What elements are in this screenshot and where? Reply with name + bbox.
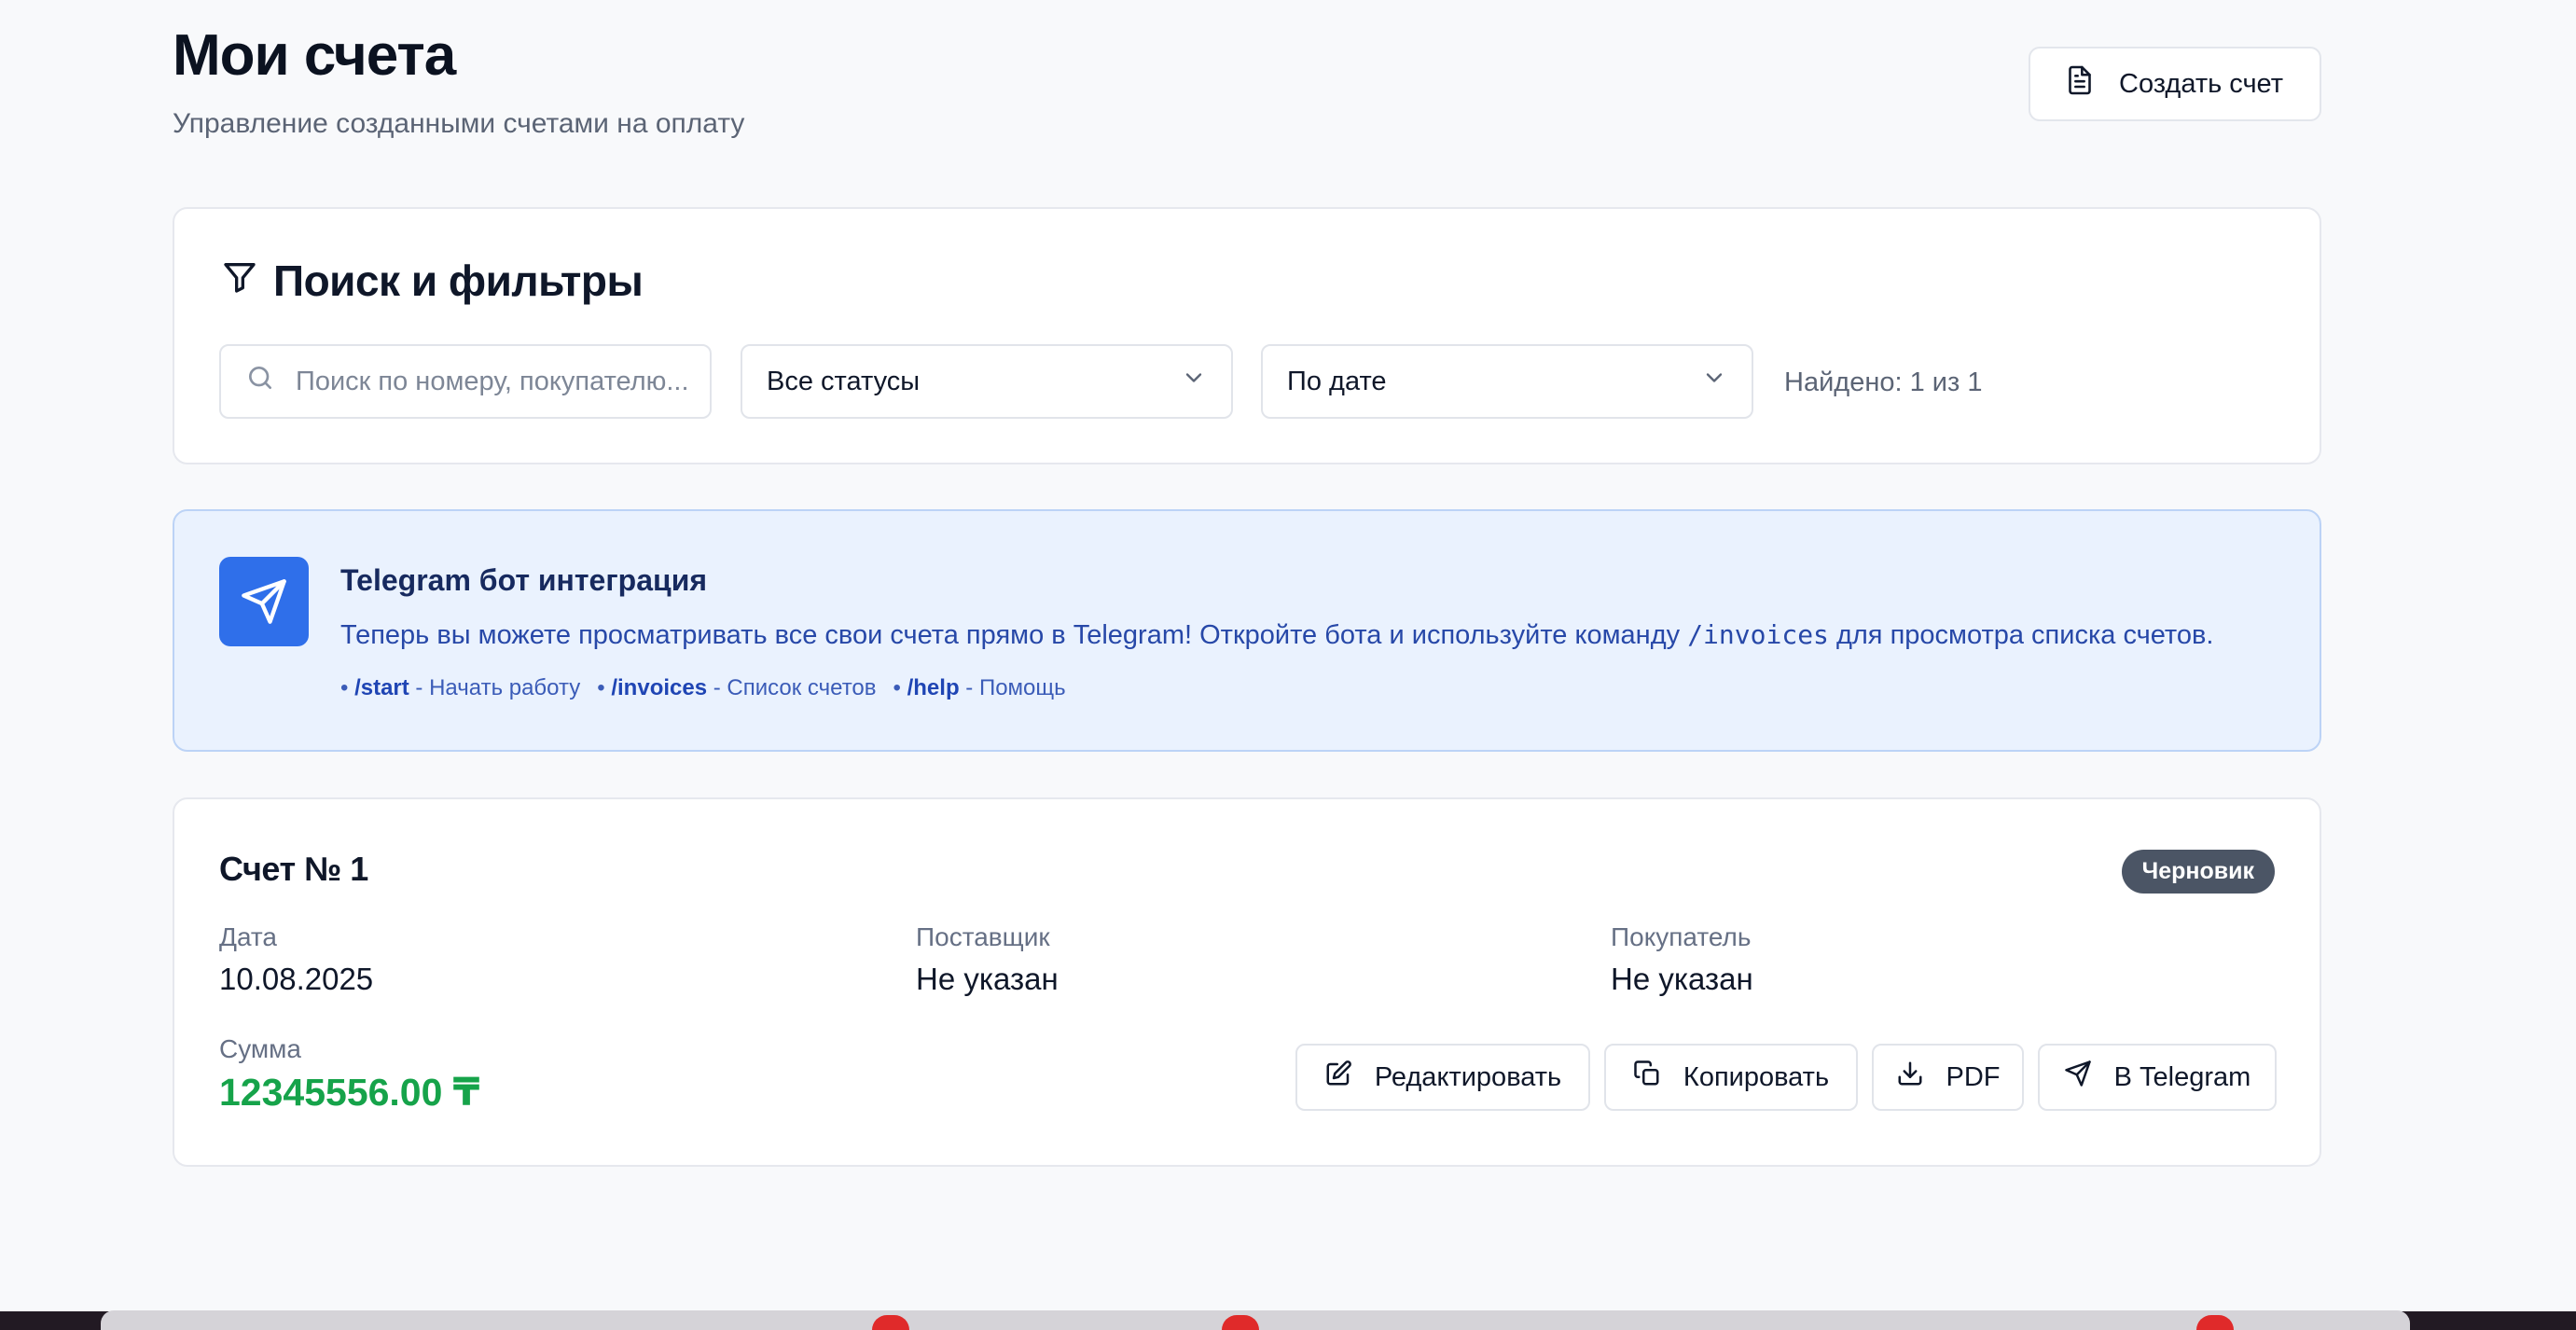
- copy-button[interactable]: Копировать: [1604, 1044, 1858, 1111]
- send-telegram-button[interactable]: В Telegram: [2038, 1044, 2277, 1111]
- sum-label: Сумма: [219, 1034, 301, 1063]
- invoices-page: Мои счета Управление созданными счетами …: [0, 0, 2576, 1330]
- page-subtitle: Управление созданными счетами на оплату: [173, 108, 745, 139]
- download-icon: [1896, 1060, 1924, 1095]
- edit-label: Редактировать: [1374, 1061, 1562, 1092]
- send-icon: [2064, 1060, 2092, 1095]
- invoice-card: Счет № 1 Черновик Дата 10.08.2025 Постав…: [173, 797, 2321, 1167]
- create-invoice-button[interactable]: Создать счет: [2029, 47, 2321, 121]
- send-icon: [219, 557, 309, 646]
- copy-icon: [1633, 1060, 1661, 1095]
- document-icon: [2067, 64, 2093, 104]
- supplier-value: Не указан: [916, 962, 1059, 996]
- buyer-value: Не указан: [1611, 962, 1753, 996]
- search-icon: [245, 363, 275, 400]
- results-count: Найдено: 1 из 1: [1784, 367, 1983, 397]
- status-select-value: Все статусы: [767, 366, 921, 396]
- create-invoice-label: Создать счет: [2119, 68, 2283, 99]
- telegram-commands: • /start - Начать работу • /invoices - С…: [340, 675, 1066, 701]
- sum-value: 12345556.00 ₸: [219, 1071, 480, 1114]
- filters-title: Поиск и фильтры: [273, 256, 644, 305]
- status-select[interactable]: Все статусы: [741, 344, 1233, 419]
- pdf-button[interactable]: PDF: [1872, 1044, 2024, 1111]
- command-item: • /invoices - Список счетов: [597, 675, 877, 700]
- telegram-desc-command: /invoices: [1687, 619, 1829, 650]
- edit-button[interactable]: Редактировать: [1295, 1044, 1590, 1111]
- command-item: • /start - Начать работу: [340, 675, 581, 700]
- page-title: Мои счета: [173, 23, 456, 88]
- invoice-title: Счет № 1: [219, 850, 368, 888]
- search-field[interactable]: [219, 344, 712, 419]
- search-input[interactable]: [296, 366, 706, 397]
- chevron-down-icon: [1701, 365, 1727, 398]
- filter-icon: [221, 256, 258, 306]
- filters-card: Поиск и фильтры Все статусы По дате Найд…: [173, 207, 2321, 464]
- telegram-description: Теперь вы можете просматривать все свои …: [340, 619, 2213, 651]
- supplier-label: Поставщик: [916, 922, 1050, 951]
- telegram-integration-banner: Telegram бот интеграция Теперь вы можете…: [173, 509, 2321, 752]
- date-value: 10.08.2025: [219, 962, 374, 996]
- chevron-down-icon: [1181, 365, 1207, 398]
- telegram-label: В Telegram: [2113, 1061, 2251, 1092]
- telegram-title: Telegram бот интеграция: [340, 563, 708, 597]
- telegram-desc-text: Теперь вы можете просматривать все свои …: [340, 620, 1688, 650]
- sort-select[interactable]: По дате: [1261, 344, 1753, 419]
- date-label: Дата: [219, 922, 278, 951]
- filters-heading: Поиск и фильтры: [221, 256, 644, 306]
- command-item: • /help - Помощь: [893, 675, 1066, 700]
- copy-label: Копировать: [1683, 1061, 1830, 1092]
- pdf-label: PDF: [1946, 1061, 2001, 1092]
- telegram-desc-text-end: для просмотра списка счетов.: [1828, 620, 2214, 650]
- buyer-label: Покупатель: [1611, 922, 1752, 951]
- status-badge: Черновик: [2121, 850, 2275, 894]
- edit-icon: [1324, 1060, 1352, 1095]
- sort-select-value: По дате: [1287, 366, 1387, 396]
